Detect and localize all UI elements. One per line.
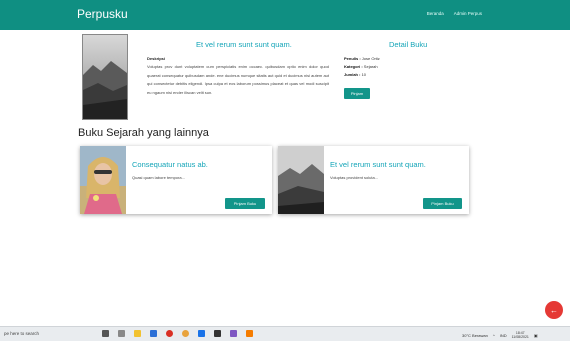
weather-widget[interactable]: 30°C Berawan <box>462 333 488 338</box>
book-card-image <box>278 146 324 214</box>
nav-links: Beranda Admin Perpus <box>427 11 482 16</box>
book-card-title[interactable]: Consequatur natus ab. <box>132 160 208 169</box>
arrow-left-icon: ← <box>550 305 558 315</box>
notification-icon[interactable]: ▣ <box>534 333 538 338</box>
borrow-book-button[interactable]: Pinjam Buku <box>423 198 462 209</box>
book-card-image <box>80 146 126 214</box>
windows-icon[interactable] <box>102 330 109 337</box>
taskbar-apps <box>102 330 253 337</box>
windows-taskbar: pe here to search 30°C Berawan ^ IND 18:… <box>0 326 570 341</box>
store-icon[interactable] <box>150 330 157 337</box>
clock[interactable]: 18:47 11/08/2021 <box>512 331 529 339</box>
section-heading: Buku Sejarah yang lainnya <box>78 127 209 139</box>
chrome-icon[interactable] <box>182 330 189 337</box>
borrow-button[interactable]: Pinjam <box>344 88 370 99</box>
chevron-up-icon[interactable]: ^ <box>493 333 495 338</box>
book-card-text: Voluptas provident soluta... <box>330 175 379 180</box>
borrow-book-button[interactable]: Pinjam Buku <box>225 198 265 209</box>
book-card[interactable]: Consequatur natus ab. Quasi quam labore … <box>80 146 272 214</box>
nav-link-admin[interactable]: Admin Perpus <box>454 11 482 16</box>
terminal-icon[interactable] <box>214 330 221 337</box>
language-indicator[interactable]: IND <box>500 333 507 338</box>
book-card-text: Quasi quam labore tempora... <box>132 175 185 180</box>
description-heading: Deskripsi <box>147 56 166 61</box>
detail-heading: Detail Buku <box>389 40 428 49</box>
book-card[interactable]: Et vel rerum sunt sunt quam. Voluptas pr… <box>278 146 469 214</box>
task-view-icon[interactable] <box>118 330 125 337</box>
nav-link-beranda[interactable]: Beranda <box>427 11 444 16</box>
explorer-icon[interactable] <box>134 330 141 337</box>
book-description: Voluptas prov dunt voluptatem cum perspi… <box>147 64 329 95</box>
vs-icon[interactable] <box>230 330 237 337</box>
book-title: Et vel rerum sunt sunt quam. <box>196 40 292 49</box>
quantity-row: Jumlah : 10 <box>344 72 367 77</box>
top-navbar: Perpusku Beranda Admin Perpus <box>0 0 570 30</box>
book-card-title[interactable]: Et vel rerum sunt sunt quam. <box>330 160 426 169</box>
mail-icon[interactable] <box>166 330 173 337</box>
system-tray: 30°C Berawan ^ IND 18:47 11/08/2021 ▣ <box>462 331 538 339</box>
category-row: Kategori : Sejarah <box>344 64 378 69</box>
brand-logo[interactable]: Perpusku <box>77 7 128 21</box>
vscode-icon[interactable] <box>198 330 205 337</box>
author-row: Penulis : Jose Ortiz <box>344 56 380 61</box>
book-cover-image <box>82 34 128 120</box>
taskbar-search[interactable]: pe here to search <box>4 331 39 336</box>
back-fab-button[interactable]: ← <box>545 301 563 319</box>
xampp-icon[interactable] <box>246 330 253 337</box>
